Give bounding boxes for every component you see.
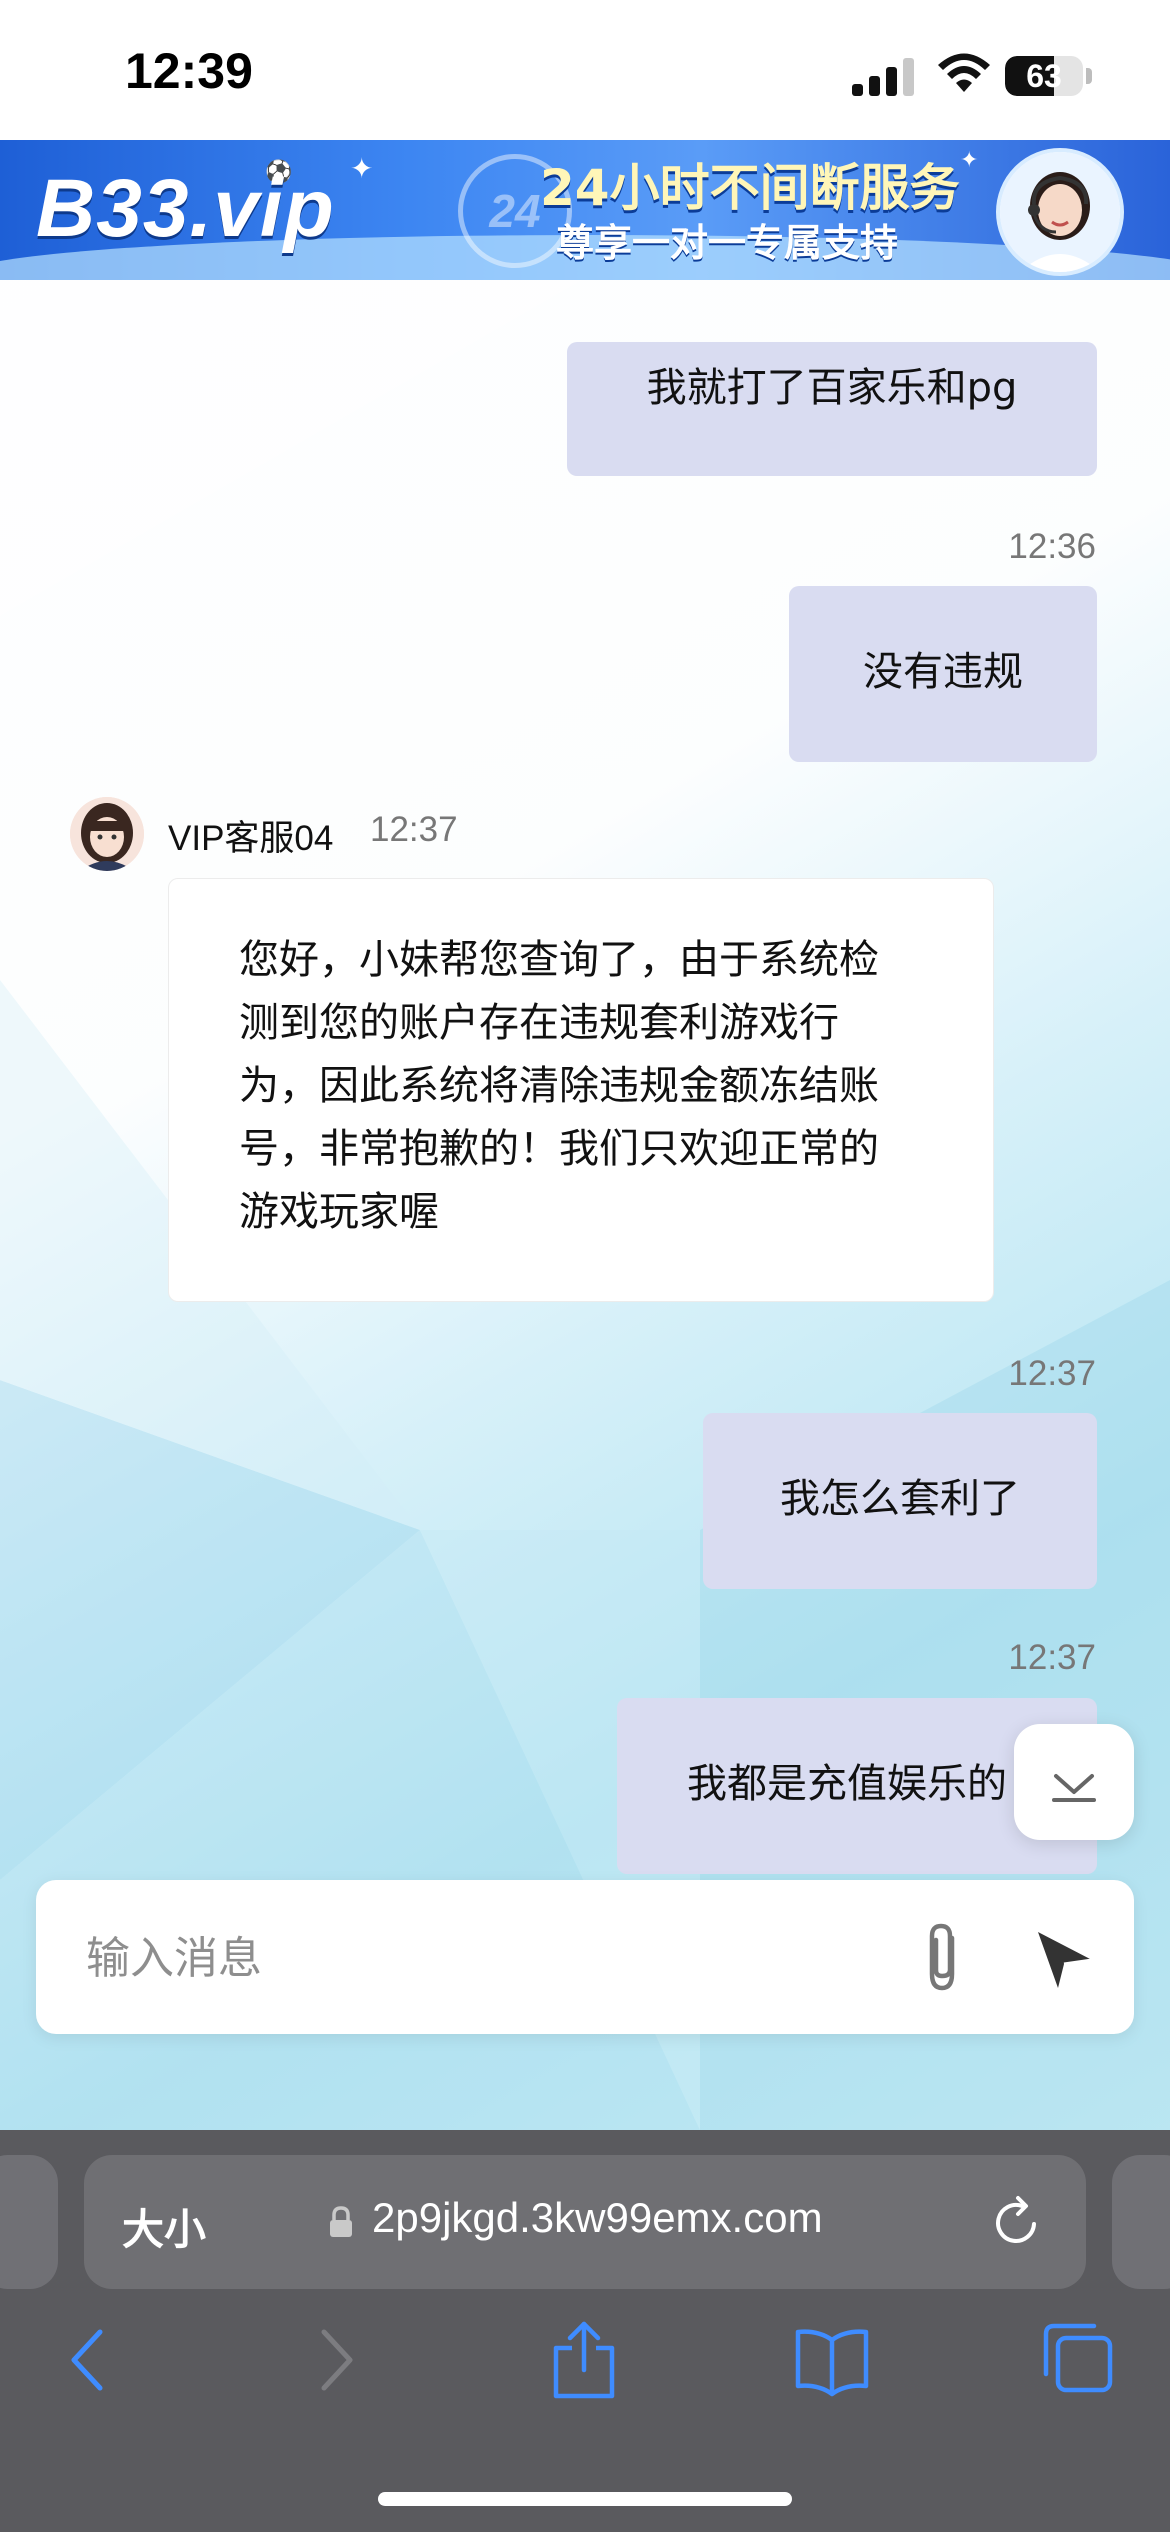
- chat-messages[interactable]: 我就打了百家乐和pg 12:36 没有违规 VIP客服04 12:37 您好，小…: [0, 280, 1170, 2130]
- message-timestamp: 12:37: [370, 810, 458, 849]
- scroll-to-bottom-button[interactable]: [1014, 1724, 1134, 1840]
- home-indicator[interactable]: [378, 2492, 792, 2506]
- battery-indicator: 63: [1005, 56, 1083, 96]
- message-input[interactable]: [84, 1920, 888, 1996]
- message-composer: [36, 1880, 1134, 2034]
- message-text-line: 游戏玩家喔: [239, 1189, 439, 1235]
- my-message-bubble: 没有违规: [789, 586, 1097, 762]
- message-text-line: 号，非常抱歉的！我们只欢迎正常的: [239, 1126, 879, 1172]
- agent-message-bubble: 您好，小妹帮您查询了，由于系统检 测到您的账户存在违规套利游戏行 为，因此系统将…: [168, 878, 994, 1302]
- message-text-line: 您好，小妹帮您查询了，由于系统检: [239, 937, 879, 983]
- screen: 12:39 63 ✦ ✦ ⚽ B33.vip 24 24小时不间断服务 尊享一对…: [0, 0, 1170, 2532]
- agent-name: VIP客服04: [168, 819, 334, 858]
- reload-icon[interactable]: [992, 2194, 1044, 2250]
- status-time: 12:39: [125, 43, 253, 99]
- my-message-bubble: 我怎么套利了: [703, 1413, 1097, 1589]
- banner-subheadline: 尊享一对一专属支持: [556, 221, 899, 265]
- agent-avatar[interactable]: [70, 797, 144, 871]
- battery-level: 63: [1026, 58, 1062, 94]
- status-bar: 12:39 63: [0, 0, 1170, 140]
- send-icon[interactable]: [1030, 1924, 1100, 1994]
- scroll-down-icon: [1052, 1774, 1096, 1802]
- bookmarks-icon[interactable]: [792, 2320, 872, 2400]
- message-text: 我怎么套利了: [780, 1476, 1020, 1522]
- message-timestamp: 12:36: [1008, 527, 1096, 566]
- tabs-icon[interactable]: [1040, 2320, 1116, 2400]
- my-message-bubble: 我就打了百家乐和pg: [567, 342, 1097, 476]
- sparkle-icon: ✦: [960, 148, 979, 173]
- message-timestamp: 12:37: [1008, 1354, 1096, 1393]
- lock-icon: [330, 2206, 352, 2237]
- forward-icon[interactable]: [312, 2320, 362, 2400]
- support-agent-avatar: [996, 148, 1124, 276]
- paperclip-icon[interactable]: [914, 1920, 974, 1996]
- share-icon[interactable]: [548, 2320, 620, 2400]
- back-icon[interactable]: [62, 2320, 112, 2400]
- promo-banner[interactable]: ✦ ✦ ⚽ B33.vip 24 24小时不间断服务 尊享一对一专属支持: [0, 140, 1170, 280]
- message-text: 没有违规: [863, 649, 1023, 695]
- brand-logo: B33.vip: [36, 163, 335, 254]
- banner-headline: 24小时不间断服务: [540, 159, 960, 217]
- previous-tab-preview[interactable]: [0, 2155, 58, 2289]
- battery-cap: [1086, 68, 1092, 84]
- message-text: 我就打了百家乐和pg: [646, 365, 1018, 411]
- url-text[interactable]: 2p9jkgd.3kw99emx.com: [372, 2194, 823, 2242]
- wifi-icon: [938, 53, 990, 92]
- sparkle-icon: ✦: [350, 152, 374, 185]
- message-text-line: 为，因此系统将清除违规金额冻结账: [239, 1063, 879, 1109]
- message-timestamp: 12:37: [1008, 1638, 1096, 1677]
- cellular-signal-icon: [852, 58, 914, 96]
- message-text-line: 测到您的账户存在违规套利游戏行: [239, 1000, 839, 1046]
- next-tab-preview[interactable]: [1112, 2155, 1170, 2289]
- text-size-button[interactable]: 大小: [122, 2196, 206, 2257]
